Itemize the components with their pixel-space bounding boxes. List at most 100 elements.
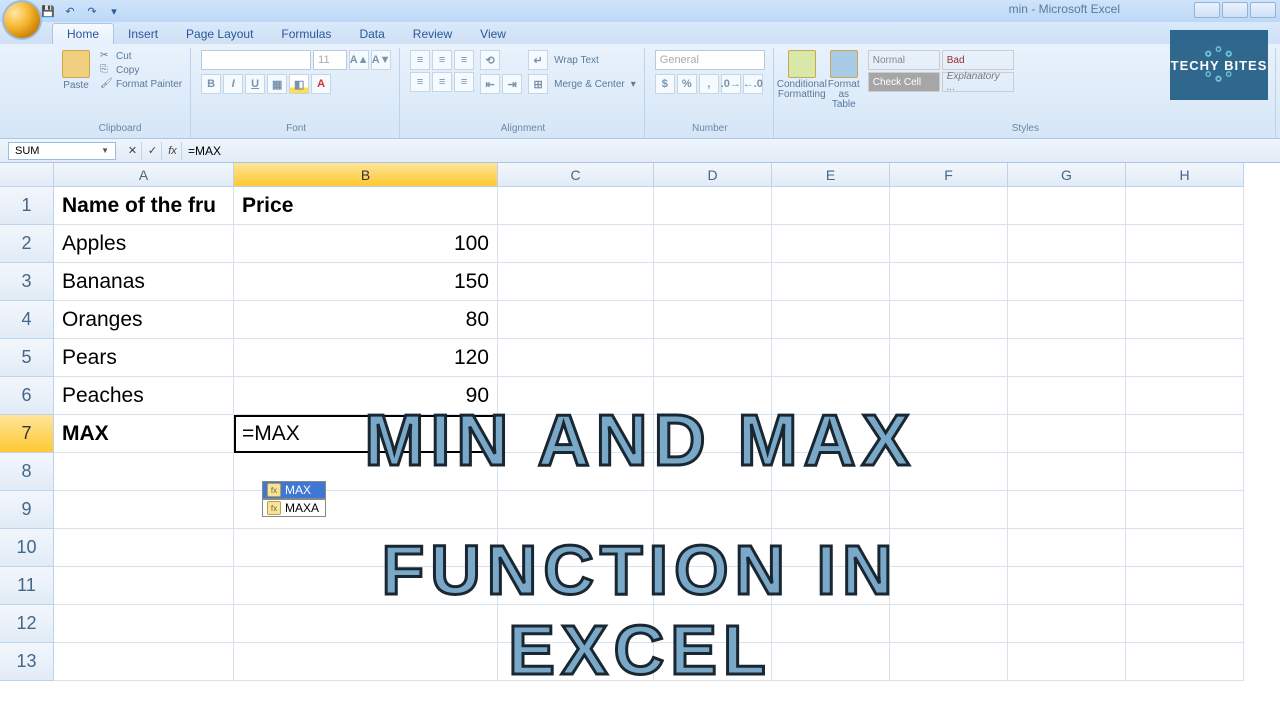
cell-A2[interactable]: Apples: [54, 225, 234, 263]
autocomplete-item-max[interactable]: fxMAX: [262, 481, 326, 499]
minimize-button[interactable]: [1194, 2, 1220, 18]
italic-button[interactable]: I: [223, 74, 243, 94]
cell-D1[interactable]: [654, 187, 772, 225]
increase-indent-button[interactable]: ⇥: [502, 74, 522, 94]
cell-B4[interactable]: 80: [234, 301, 498, 339]
cell-F2[interactable]: [890, 225, 1008, 263]
tab-review[interactable]: Review: [399, 24, 466, 44]
row-header-6[interactable]: 6: [0, 377, 54, 415]
cell-B12[interactable]: [234, 605, 498, 643]
cell-D6[interactable]: [654, 377, 772, 415]
tab-data[interactable]: Data: [345, 24, 398, 44]
cell-C9[interactable]: [498, 491, 654, 529]
row-header-12[interactable]: 12: [0, 605, 54, 643]
conditional-formatting-button[interactable]: Conditional Formatting: [784, 50, 820, 100]
column-header-F[interactable]: F: [890, 163, 1008, 187]
row-header-1[interactable]: 1: [0, 187, 54, 225]
copy-button[interactable]: ⎘Copy: [100, 64, 182, 76]
row-header-7[interactable]: 7: [0, 415, 54, 453]
cell-D13[interactable]: [654, 643, 772, 681]
cell-G13[interactable]: [1008, 643, 1126, 681]
cell-D5[interactable]: [654, 339, 772, 377]
cell-E2[interactable]: [772, 225, 890, 263]
style-explanatory[interactable]: Explanatory ...: [942, 72, 1014, 92]
column-header-H[interactable]: H: [1126, 163, 1244, 187]
cell-B2[interactable]: 100: [234, 225, 498, 263]
cell-H9[interactable]: [1126, 491, 1244, 529]
shrink-font-button[interactable]: A▼: [371, 50, 391, 70]
cell-H10[interactable]: [1126, 529, 1244, 567]
cell-E5[interactable]: [772, 339, 890, 377]
cell-H1[interactable]: [1126, 187, 1244, 225]
cell-C8[interactable]: [498, 453, 654, 491]
undo-icon[interactable]: ↶: [62, 3, 78, 19]
cell-A11[interactable]: [54, 567, 234, 605]
cell-E3[interactable]: [772, 263, 890, 301]
name-box[interactable]: SUM ▼: [8, 142, 116, 160]
merge-center-button[interactable]: ⊞Merge & Center▾: [528, 74, 636, 94]
cell-B1[interactable]: Price: [234, 187, 498, 225]
cell-D12[interactable]: [654, 605, 772, 643]
cell-A6[interactable]: Peaches: [54, 377, 234, 415]
cell-A9[interactable]: [54, 491, 234, 529]
cell-B6[interactable]: 90: [234, 377, 498, 415]
tab-page-layout[interactable]: Page Layout: [172, 24, 267, 44]
cell-H5[interactable]: [1126, 339, 1244, 377]
cell-F1[interactable]: [890, 187, 1008, 225]
cell-B3[interactable]: 150: [234, 263, 498, 301]
number-format-dropdown[interactable]: General: [655, 50, 765, 70]
enter-formula-button[interactable]: ✓: [144, 142, 162, 160]
cell-C12[interactable]: [498, 605, 654, 643]
cell-A12[interactable]: [54, 605, 234, 643]
cell-C4[interactable]: [498, 301, 654, 339]
tab-insert[interactable]: Insert: [114, 24, 172, 44]
cell-E7[interactable]: [772, 415, 890, 453]
decrease-decimal-button[interactable]: ←.0: [743, 74, 763, 94]
cell-H6[interactable]: [1126, 377, 1244, 415]
align-right-button[interactable]: ≡: [454, 72, 474, 92]
column-header-G[interactable]: G: [1008, 163, 1126, 187]
cell-G1[interactable]: [1008, 187, 1126, 225]
cell-H2[interactable]: [1126, 225, 1244, 263]
orientation-button[interactable]: ⟲: [480, 50, 500, 70]
format-as-table-button[interactable]: Format as Table: [826, 50, 862, 110]
close-button[interactable]: [1250, 2, 1276, 18]
cell-G2[interactable]: [1008, 225, 1126, 263]
currency-button[interactable]: $: [655, 74, 675, 94]
cell-A8[interactable]: [54, 453, 234, 491]
cell-E4[interactable]: [772, 301, 890, 339]
font-color-button[interactable]: A: [311, 74, 331, 94]
cell-F12[interactable]: [890, 605, 1008, 643]
cell-H8[interactable]: [1126, 453, 1244, 491]
cell-E1[interactable]: [772, 187, 890, 225]
cell-G4[interactable]: [1008, 301, 1126, 339]
cell-G3[interactable]: [1008, 263, 1126, 301]
cell-H12[interactable]: [1126, 605, 1244, 643]
cell-H3[interactable]: [1126, 263, 1244, 301]
office-button[interactable]: [2, 0, 42, 40]
save-icon[interactable]: 💾: [40, 3, 56, 19]
cell-F4[interactable]: [890, 301, 1008, 339]
cell-E6[interactable]: [772, 377, 890, 415]
cell-G10[interactable]: [1008, 529, 1126, 567]
cell-F5[interactable]: [890, 339, 1008, 377]
row-header-4[interactable]: 4: [0, 301, 54, 339]
cell-D10[interactable]: [654, 529, 772, 567]
cell-G8[interactable]: [1008, 453, 1126, 491]
column-header-E[interactable]: E: [772, 163, 890, 187]
increase-decimal-button[interactable]: .0→: [721, 74, 741, 94]
cell-D7[interactable]: [654, 415, 772, 453]
align-top-button[interactable]: ≡: [410, 50, 430, 70]
cell-H4[interactable]: [1126, 301, 1244, 339]
maximize-button[interactable]: [1222, 2, 1248, 18]
comma-button[interactable]: ,: [699, 74, 719, 94]
row-header-13[interactable]: 13: [0, 643, 54, 681]
cell-H7[interactable]: [1126, 415, 1244, 453]
style-check-cell[interactable]: Check Cell: [868, 72, 940, 92]
cell-C2[interactable]: [498, 225, 654, 263]
style-normal[interactable]: Normal: [868, 50, 940, 70]
align-bottom-button[interactable]: ≡: [454, 50, 474, 70]
column-header-B[interactable]: B: [234, 163, 498, 187]
underline-button[interactable]: U: [245, 74, 265, 94]
cell-C7[interactable]: [498, 415, 654, 453]
